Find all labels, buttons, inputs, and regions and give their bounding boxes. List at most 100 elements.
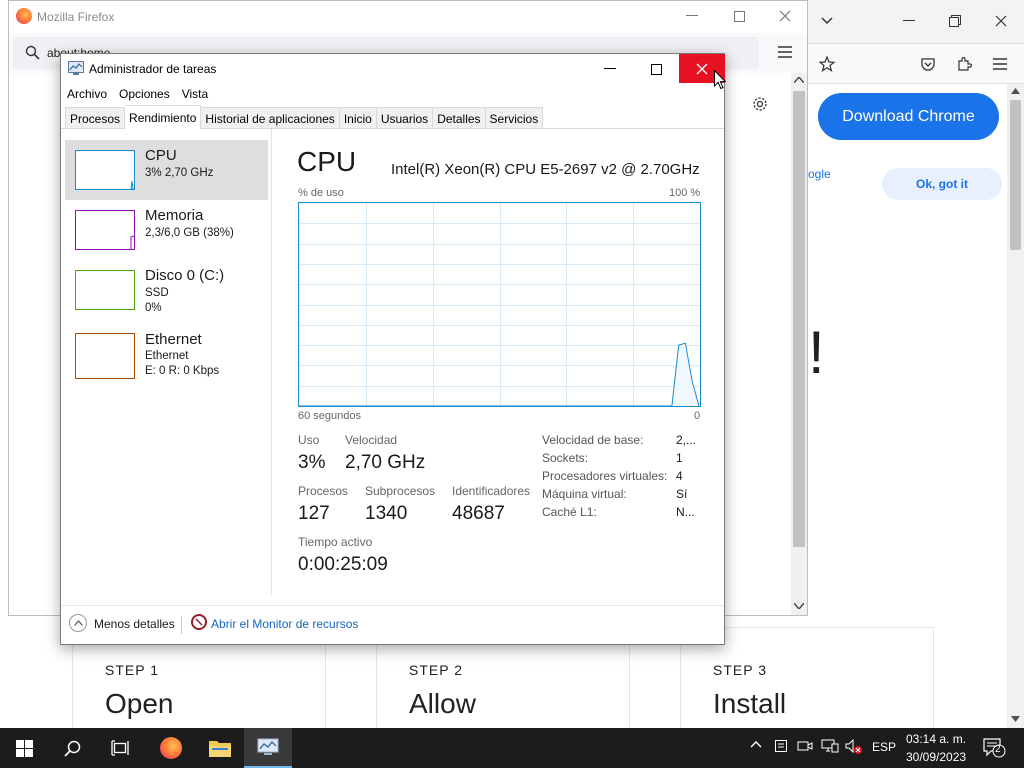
resource-item-cpu[interactable]: CPU 3% 2,70 GHz: [65, 140, 268, 200]
firefox-logo-icon: [16, 8, 32, 24]
window-title: Administrador de tareas: [89, 62, 217, 76]
meet-now-icon[interactable]: [797, 739, 813, 753]
stat-label: Uso: [298, 433, 320, 447]
keyboard-icon[interactable]: [774, 739, 788, 753]
spec-label: Velocidad de base:: [542, 433, 644, 447]
tab-usuarios[interactable]: Usuarios: [376, 107, 434, 129]
resource-detail: 3% 2,70 GHz: [145, 167, 214, 179]
stat-value: 1340: [365, 503, 408, 524]
pocket-icon[interactable]: [913, 49, 943, 79]
search-button[interactable]: [48, 728, 96, 768]
chevron-up-icon[interactable]: [750, 740, 762, 748]
chevron-down-icon[interactable]: [812, 6, 842, 36]
cpu-mini-graph: [75, 150, 135, 190]
hamburger-menu-icon[interactable]: [985, 49, 1015, 79]
menu-opciones[interactable]: Opciones: [113, 83, 176, 105]
resource-list: CPU 3% 2,70 GHz Memoria 2,3/6,0 GB (38%)…: [61, 129, 272, 595]
stat-label: Subprocesos: [365, 484, 436, 498]
task-manager-window: Administrador de tareas Archivo Opciones…: [60, 53, 725, 645]
taskbar-file-explorer[interactable]: [196, 728, 244, 768]
tab-detalles[interactable]: Detalles: [433, 107, 486, 129]
resource-name: CPU: [145, 147, 177, 164]
tab-bar: Procesos Rendimiento Historial de aplica…: [65, 105, 544, 129]
firefox-scrollbar-thumb[interactable]: [793, 91, 805, 547]
download-chrome-button[interactable]: Download Chrome: [818, 93, 999, 140]
step-title: Open: [105, 688, 174, 719]
resource-monitor-icon: [191, 614, 207, 630]
task-manager-titlebar: Administrador de tareas: [61, 54, 725, 84]
clock-date[interactable]: 30/09/2023: [906, 750, 966, 764]
menu-archivo[interactable]: Archivo: [61, 83, 113, 105]
disk-mini-graph: [75, 270, 135, 310]
resource-item-disco[interactable]: Disco 0 (C:) SSD 0%: [65, 260, 268, 320]
hamburger-menu-icon[interactable]: [770, 37, 800, 67]
search-icon: [25, 45, 40, 60]
stat-value: 48687: [452, 503, 505, 524]
maximize-icon[interactable]: [641, 54, 671, 84]
memory-mini-graph: [75, 210, 135, 250]
tab-historial[interactable]: Historial de aplicaciones: [201, 107, 340, 129]
graph-x-label: 60 segundos: [298, 410, 361, 422]
stat-label: Tiempo activo: [298, 535, 373, 549]
windows-logo-icon: [15, 739, 33, 757]
firefox-titlebar: Mozilla Firefox: [9, 1, 807, 33]
bookmark-star-icon[interactable]: [812, 49, 842, 79]
task-manager-icon: [68, 61, 84, 75]
cpu-model: Intel(R) Xeon(R) CPU E5-2697 v2 @ 2.70GH…: [391, 161, 700, 178]
maximize-icon[interactable]: [724, 1, 754, 31]
mouse-cursor-icon: [714, 70, 726, 90]
gear-icon[interactable]: [745, 89, 775, 119]
step-label: STEP 1: [105, 662, 159, 678]
folder-icon: [209, 741, 231, 757]
chrome-titlebar: [808, 0, 1024, 44]
resource-name: Disco 0 (C:): [145, 267, 225, 284]
tab-servicios[interactable]: Servicios: [485, 107, 544, 129]
chevron-up-icon[interactable]: [69, 614, 87, 632]
notification-center-icon[interactable]: 2: [983, 738, 1007, 758]
google-link[interactable]: ogle: [808, 167, 831, 181]
task-view-icon: [111, 740, 129, 756]
spec-label: Sockets:: [542, 451, 589, 465]
tab-procesos[interactable]: Procesos: [65, 107, 126, 129]
chrome-toolbar: [808, 44, 1024, 84]
network-icon[interactable]: [821, 739, 839, 753]
resource-detail: 2,3/6,0 GB (38%): [145, 227, 234, 239]
minimize-icon[interactable]: [595, 54, 625, 84]
taskbar-task-manager[interactable]: [244, 728, 292, 768]
close-icon[interactable]: [770, 1, 800, 31]
task-view-button[interactable]: [96, 728, 144, 768]
language-indicator[interactable]: ESP: [872, 740, 896, 754]
resource-detail: SSD: [145, 287, 169, 299]
less-details-button[interactable]: Menos detalles: [94, 617, 175, 631]
resource-item-ethernet[interactable]: Ethernet Ethernet E: 0 R: 0 Kbps: [65, 326, 268, 386]
tab-rendimiento[interactable]: Rendimiento: [125, 105, 202, 129]
stat-label: Procesos: [298, 484, 349, 498]
ok-got-it-button[interactable]: Ok, got it: [882, 168, 1002, 200]
task-manager-footer: Menos detalles Abrir el Monitor de recur…: [61, 605, 724, 645]
taskbar-firefox[interactable]: [147, 728, 195, 768]
minimize-icon[interactable]: [894, 6, 924, 36]
search-icon: [63, 740, 80, 757]
cpu-usage-line: [299, 342, 700, 406]
close-icon[interactable]: [986, 6, 1016, 36]
graph-y-max-label: 100 %: [669, 187, 701, 199]
spec-label: Máquina virtual:: [542, 487, 627, 501]
clock-time[interactable]: 03:14 a. m.: [906, 732, 966, 746]
firefox-logo-icon: [160, 737, 182, 759]
close-icon: [696, 63, 708, 74]
volume-muted-icon[interactable]: [845, 739, 863, 755]
menu-vista[interactable]: Vista: [176, 83, 214, 105]
step-label: STEP 2: [409, 662, 463, 678]
tab-inicio[interactable]: Inicio: [339, 107, 377, 129]
extensions-icon[interactable]: [949, 49, 979, 79]
start-button[interactable]: [0, 728, 48, 768]
resource-detail: 0%: [145, 302, 162, 314]
resource-item-memoria[interactable]: Memoria 2,3/6,0 GB (38%): [65, 200, 268, 260]
minimize-icon[interactable]: [677, 1, 707, 31]
page-scrollbar-thumb[interactable]: [1010, 100, 1021, 250]
resource-monitor-link[interactable]: Abrir el Monitor de recursos: [211, 617, 358, 631]
restore-icon[interactable]: [940, 6, 970, 36]
footer-separator: [181, 616, 182, 634]
graph-y-label: % de uso: [298, 187, 344, 199]
cpu-usage-area: [299, 343, 699, 406]
